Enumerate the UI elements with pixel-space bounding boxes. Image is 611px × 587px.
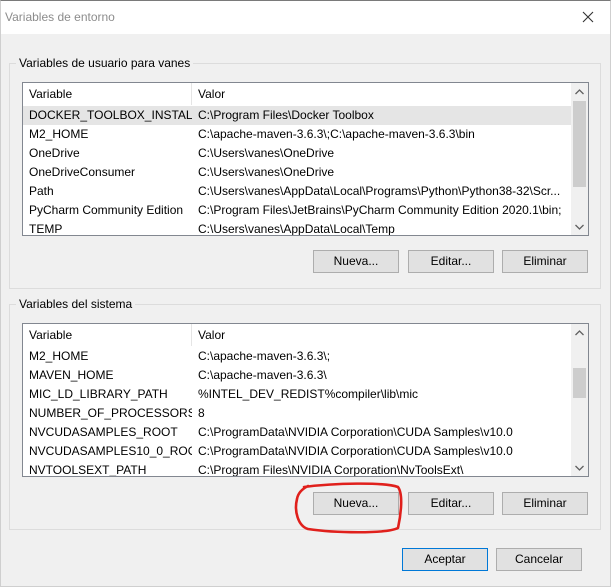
variable-value-cell: C:\apache-maven-3.6.3\; [198, 349, 331, 363]
variable-name-cell: MIC_LD_LIBRARY_PATH [29, 387, 168, 401]
user-variables-label: Variables de usuario para vanes [16, 56, 194, 70]
table-row[interactable]: MAVEN_HOME C:\apache-maven-3.6.3\ [23, 366, 571, 385]
system-list-scroll-thumb[interactable] [573, 368, 586, 398]
close-icon[interactable] [580, 9, 596, 25]
cancel-button[interactable]: Cancelar [496, 548, 582, 571]
variable-name-cell: NVCUDASAMPLES10_0_ROOT [29, 444, 192, 458]
column-header-variable[interactable]: Variable [23, 324, 192, 346]
variable-value-cell: C:\Users\vanes\OneDrive [198, 146, 335, 160]
table-row[interactable]: NUMBER_OF_PROCESSORS 8 [23, 404, 571, 423]
table-row[interactable]: NVCUDASAMPLES10_0_ROOT C:\ProgramData\NVI… [23, 442, 571, 461]
variable-value-cell: C:\Program Files\JetBrains\PyCharm Commu… [198, 203, 562, 217]
column-header-value[interactable]: Valor [192, 83, 571, 105]
variable-value-cell: C:\Users\vanes\OneDrive [198, 165, 335, 179]
table-row[interactable]: OneDrive C:\Users\vanes\OneDrive [23, 144, 571, 163]
chevron-up-icon[interactable] [571, 324, 588, 341]
system-new-button[interactable]: Nueva... [313, 492, 399, 515]
environment-variables-dialog: Variables de entorno Variables de usuari… [0, 0, 611, 587]
variable-name-cell: NUMBER_OF_PROCESSORS [29, 406, 192, 420]
variable-value-cell: 8 [198, 406, 205, 420]
chevron-down-icon[interactable] [571, 459, 588, 476]
user-list-header: Variable Valor [23, 83, 571, 105]
variable-value-cell: C:\ProgramData\NVIDIA Corporation\CUDA S… [198, 444, 513, 458]
variable-name-cell: TEMP [29, 222, 63, 236]
window-title: Variables de entorno [5, 10, 115, 24]
variable-name-cell: NVCUDASAMPLES_ROOT [29, 425, 178, 439]
variable-name-cell: NVTOOLSEXT_PATH [29, 463, 147, 477]
user-list-scroll-thumb[interactable] [573, 101, 586, 187]
variable-name-cell: OneDrive [29, 146, 80, 160]
variable-value-cell: %INTEL_DEV_REDIST%compiler\lib\mic [198, 387, 419, 401]
variable-value-cell: C:\apache-maven-3.6.3\;C:\apache-maven-3… [198, 127, 475, 141]
user-variables-rows: DOCKER_TOOLBOX_INSTALL... C:\Program File… [23, 106, 571, 235]
table-row[interactable]: M2_HOME C:\apache-maven-3.6.3\;C:\apache-… [23, 125, 571, 144]
user-delete-button[interactable]: Eliminar [502, 250, 588, 273]
variable-value-cell: C:\Users\vanes\AppData\Local\Programs\Py… [198, 184, 561, 198]
variable-name-cell: PyCharm Community Edition [29, 203, 184, 217]
table-row[interactable]: NVTOOLSEXT_PATH C:\Program Files\NVIDIA C… [23, 461, 571, 477]
variable-value-cell: C:\apache-maven-3.6.3\ [198, 368, 327, 382]
chevron-up-icon[interactable] [571, 83, 588, 100]
table-row[interactable]: PyCharm Community Edition C:\Program File… [23, 201, 571, 220]
column-header-value[interactable]: Valor [192, 324, 571, 346]
user-new-button[interactable]: Nueva... [313, 250, 399, 273]
variable-name-cell: OneDriveConsumer [29, 165, 136, 179]
user-variables-list[interactable]: Variable Valor DOCKER_TOOLBOX_INSTALL...… [22, 82, 589, 236]
table-row[interactable]: MIC_LD_LIBRARY_PATH %INTEL_DEV_REDIST%com… [23, 385, 571, 404]
title-bar[interactable]: Variables de entorno [1, 1, 610, 34]
table-row[interactable]: TEMP C:\Users\vanes\AppData\Local\Temp [23, 220, 571, 236]
variable-name-cell: M2_HOME [29, 349, 89, 363]
table-row[interactable]: OneDriveConsumer C:\Users\vanes\OneDrive [23, 163, 571, 182]
variable-value-cell: C:\Users\vanes\AppData\Local\Temp [198, 222, 395, 236]
variable-name-cell: MAVEN_HOME [29, 368, 114, 382]
table-row[interactable]: M2_HOME C:\apache-maven-3.6.3\; [23, 347, 571, 366]
table-row[interactable]: DOCKER_TOOLBOX_INSTALL... C:\Program File… [23, 106, 571, 125]
user-list-scrollbar[interactable] [571, 83, 588, 235]
system-list-header: Variable Valor [23, 324, 571, 346]
system-list-scrollbar[interactable] [571, 324, 588, 476]
variable-name-cell: Path [29, 184, 54, 198]
table-row[interactable]: NVCUDASAMPLES_ROOT C:\ProgramData\NVIDIA … [23, 423, 571, 442]
accept-button[interactable]: Aceptar [402, 548, 488, 571]
variable-value-cell: C:\Program Files\Docker Toolbox [198, 108, 374, 122]
chevron-down-icon[interactable] [571, 218, 588, 235]
table-row[interactable]: Path C:\Users\vanes\AppData\Local\Program… [23, 182, 571, 201]
variable-name-cell: DOCKER_TOOLBOX_INSTALL... [29, 108, 192, 122]
variable-value-cell: C:\Program Files\NVIDIA Corporation\NvTo… [198, 463, 464, 477]
system-edit-button[interactable]: Editar... [408, 492, 494, 515]
variable-value-cell: C:\ProgramData\NVIDIA Corporation\CUDA S… [198, 425, 513, 439]
system-variables-list[interactable]: Variable Valor M2_HOME C:\apache-maven-3.… [22, 323, 589, 477]
system-variables-label: Variables del sistema [16, 297, 136, 311]
system-delete-button[interactable]: Eliminar [502, 492, 588, 515]
user-edit-button[interactable]: Editar... [408, 250, 494, 273]
system-variables-rows: M2_HOME C:\apache-maven-3.6.3\; MAVEN_HOME… [23, 347, 571, 476]
variable-name-cell: M2_HOME [29, 127, 89, 141]
column-header-variable[interactable]: Variable [23, 83, 192, 105]
